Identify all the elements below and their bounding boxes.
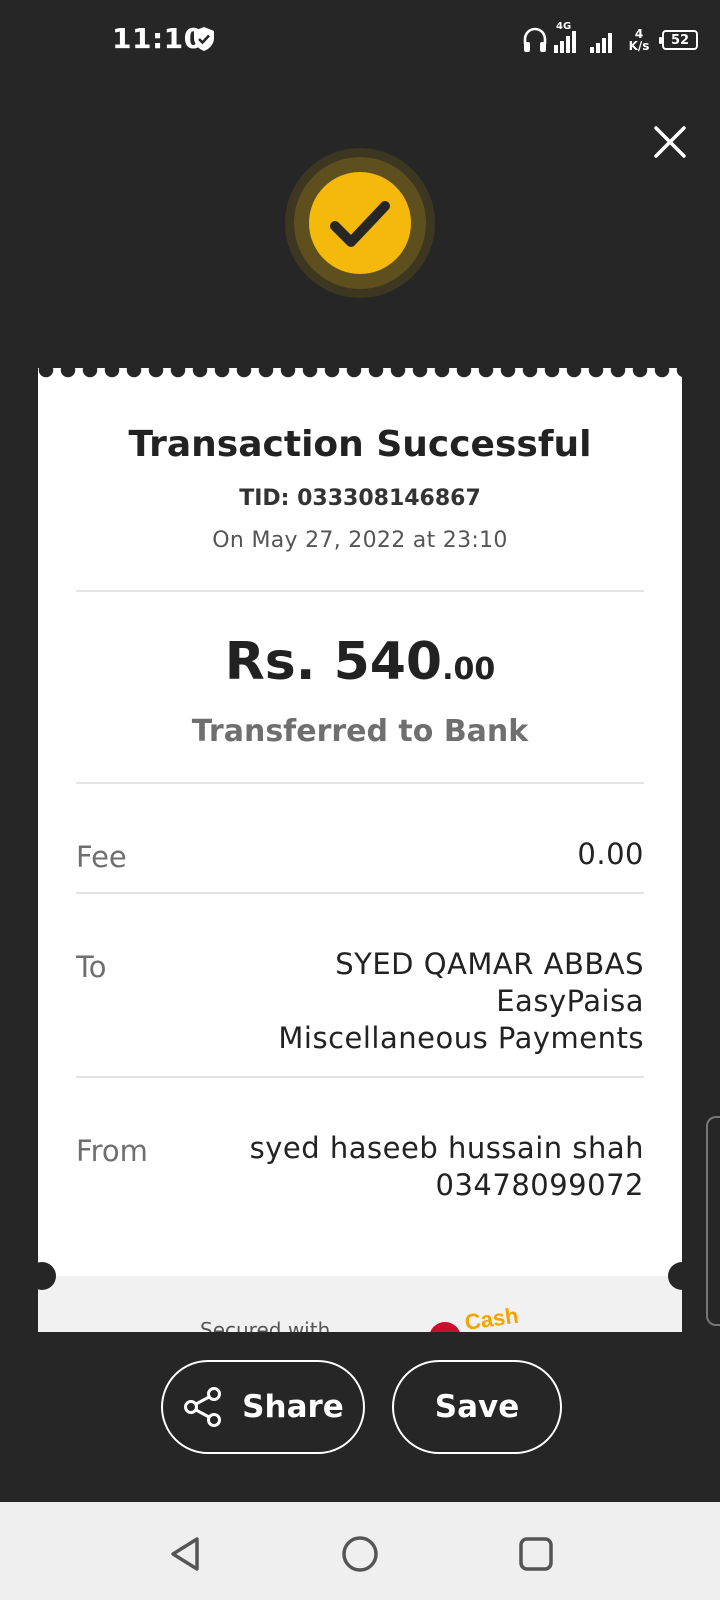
save-label: Save [434, 1389, 520, 1425]
close-icon[interactable] [650, 122, 690, 162]
share-button[interactable]: Share [161, 1360, 365, 1454]
to-details: SYED QAMAR ABBAS EasyPaisa Miscellaneous… [278, 946, 644, 1057]
success-check-icon [285, 148, 435, 298]
share-label: Share [242, 1389, 344, 1425]
fee-value: 0.00 [577, 837, 644, 871]
receipt-scalloped-edge [38, 360, 682, 378]
from-details: syed haseeb hussain shah 03478099072 [250, 1130, 644, 1204]
jazzcash-logo: Cash [430, 1308, 518, 1332]
from-name: syed haseeb hussain shah [249, 1131, 644, 1165]
signal-4g-icon: 4G [554, 21, 584, 53]
to-name: SYED QAMAR ABBAS [335, 947, 644, 981]
recents-icon[interactable] [516, 1534, 556, 1574]
signal-icon [590, 27, 620, 53]
transaction-amount: Rs. 540.00 [76, 632, 644, 692]
status-bar: 11:10 4G 4 K/s 52 [0, 0, 720, 80]
amount-main: Rs. 540 [224, 632, 443, 692]
network-speed: 4 K/s [626, 28, 652, 52]
receipt-footer: Secured with Cash [38, 1276, 682, 1332]
status-icons: 4G 4 K/s 52 [522, 21, 698, 58]
save-button[interactable]: Save [392, 1360, 562, 1454]
battery-icon: 52 [659, 30, 698, 50]
to-bank: EasyPaisa [496, 984, 644, 1018]
back-icon[interactable] [166, 1534, 206, 1574]
from-number: 03478099072 [435, 1168, 644, 1202]
battery-level: 52 [670, 32, 690, 48]
side-edge-handle[interactable] [706, 1116, 720, 1326]
system-nav-bar [0, 1502, 720, 1600]
network-type: 4G [556, 21, 572, 32]
to-purpose: Miscellaneous Payments [278, 1021, 644, 1055]
to-label: To [76, 950, 107, 984]
svg-text:Cash: Cash [463, 1308, 518, 1332]
status-time: 11:10 [112, 22, 204, 55]
screen: 11:10 4G 4 K/s 52 Transaction Successful… [0, 0, 720, 1600]
transaction-title: Transaction Successful [128, 424, 592, 465]
receipt-notch-right [668, 1262, 696, 1290]
from-label: From [76, 1134, 148, 1168]
transaction-type: Transferred to Bank [191, 714, 529, 749]
divider [76, 782, 644, 784]
transaction-id: TID: 033308146867 [239, 486, 481, 511]
receipt-notch-left [28, 1262, 56, 1290]
share-icon [184, 1387, 222, 1427]
divider [76, 590, 644, 592]
secured-with-text: Secured with [200, 1318, 331, 1332]
receipt-card: Transaction Successful TID: 033308146867… [38, 368, 682, 1332]
home-icon[interactable] [340, 1534, 380, 1574]
headphones-icon [523, 27, 547, 52]
amount-cents: .00 [442, 652, 496, 687]
shield-icon [194, 27, 214, 51]
speed-unit: K/s [628, 39, 650, 53]
divider [76, 1076, 644, 1078]
divider [76, 892, 644, 894]
transaction-date: On May 27, 2022 at 23:10 [212, 528, 508, 553]
fee-label: Fee [76, 840, 127, 874]
